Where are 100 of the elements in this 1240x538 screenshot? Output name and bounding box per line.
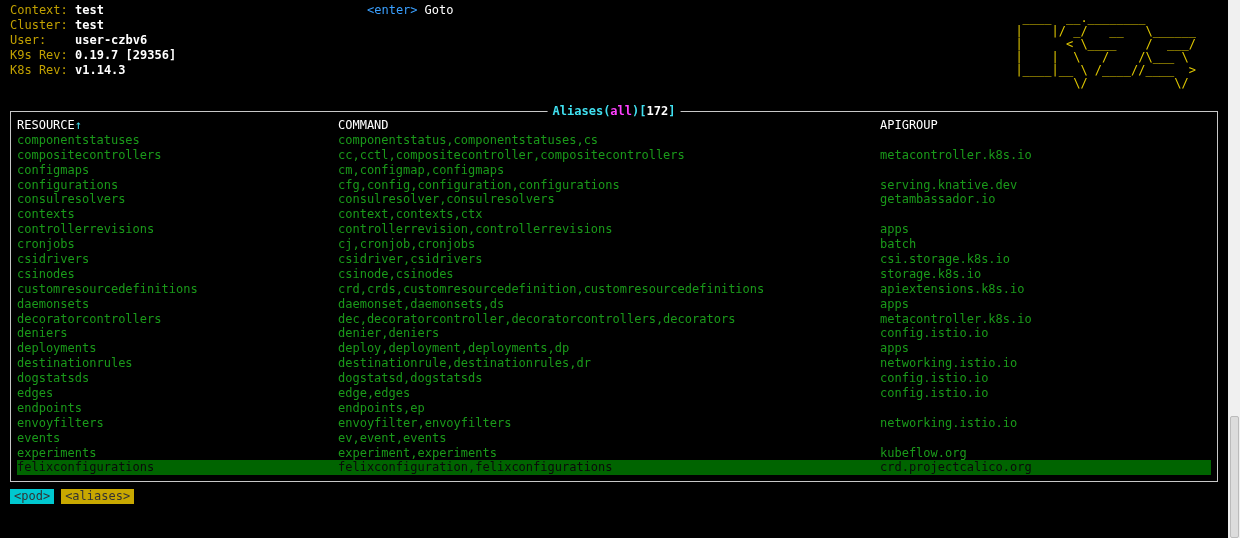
table-row[interactable]: decoratorcontrollers dec,decoratorcontroller,decoratorcontrollers,decorators metacontroller.k8s.io <box>17 311 1211 327</box>
breadcrumb: <aliases> <box>61 489 135 504</box>
table-cell-text: batch <box>880 237 918 253</box>
table-cell-text: envoyfilters <box>17 415 105 431</box>
table-row[interactable]: endpoints endpoints,ep <box>17 400 1211 416</box>
table-cell-text: csinode,csinodes <box>338 266 455 282</box>
table-cell-text: cc,cctl,compositecontroller,compositecontrollers <box>338 147 686 163</box>
table-cell-text: crd,crds,customresourcedefinition,customresourcedefinitions <box>338 281 766 297</box>
info-value: user-czbv6 <box>75 33 149 48</box>
table-row[interactable]: daemonsets daemonset,daemonsets,ds apps <box>17 296 1211 312</box>
table-cell-text: networking.istio.io <box>880 356 1019 372</box>
table-cell-text: destinationrule,destinationrules,dr <box>338 356 592 372</box>
table-cell-text: csidrivers <box>17 252 91 267</box>
info-label: Cluster: <box>10 18 69 33</box>
table-cell-text: componentstatus,componentstatuses,cs <box>338 132 600 148</box>
scrollbar-thumb[interactable] <box>1230 416 1239 538</box>
table-cell-text: felixconfigurations <box>17 460 156 476</box>
table-cell-text: endpoints,ep <box>338 400 426 416</box>
table-cell-text: cfg,config,configuration,configurations <box>338 177 621 193</box>
info-label: K9s Rev: <box>10 48 69 63</box>
table-cell-text: edge,edges <box>338 386 412 401</box>
table-cell-text: cm,configmap,configmaps <box>338 162 506 178</box>
table-row[interactable]: csinodes csinode,csinodes storage.k8s.io <box>17 266 1211 282</box>
table-cell-text: edges <box>17 386 55 401</box>
table-title: Aliases(all)[172] <box>547 103 681 119</box>
table-cell-text: daemonsets <box>17 296 91 312</box>
table-cell-text: context,contexts,ctx <box>338 207 484 223</box>
table-cell-text: deploy,deployment,deployments,dp <box>338 341 571 357</box>
table-cell-text: configmaps <box>17 162 91 178</box>
table-cell-text: compositecontrollers <box>17 147 163 163</box>
table-cell-text: csi.storage.k8s.io <box>880 252 1012 267</box>
table-cell-text: endpoints <box>17 400 84 416</box>
table-row[interactable]: events ev,event,events <box>17 430 1211 446</box>
table-row[interactable]: cronjobs cj,cronjob,cronjobs batch <box>17 237 1211 252</box>
column-header[interactable]: APIGROUP <box>880 118 1211 133</box>
shortcut-key: <enter> <box>367 3 418 18</box>
scrollbar[interactable] <box>1228 0 1240 538</box>
table-row[interactable]: envoyfilters envoyfilter,envoyfilters networking.istio.io <box>17 415 1211 431</box>
table-cell-text: deniers <box>17 326 69 342</box>
column-header[interactable]: RESOURCE↑ <box>17 118 338 133</box>
table-row[interactable]: configurations cfg,config,configuration,configurations serving.knative.dev <box>17 177 1211 193</box>
info-value: test <box>75 18 105 33</box>
info-value: test <box>75 3 105 18</box>
table-row[interactable]: consulresolvers consulresolver,consulresolvers getambassador.io <box>17 192 1211 208</box>
logo-ascii-art: ____ __.________ | |/ _/ __ \______ | < \____ / ___/ | | \ / /\___ \ |____|__ \ /____//____ > \/ \/ <box>1015 12 1196 90</box>
table-cell-text: events <box>17 430 62 446</box>
table-cell-text: deployments <box>17 341 98 357</box>
table-cell-text: experiment,experiments <box>338 445 498 461</box>
info-label: Context: <box>10 3 69 18</box>
table-row[interactable]: edges edge,edges config.istio.io <box>17 386 1211 401</box>
table-cell-text: envoyfilter,envoyfilters <box>338 415 513 431</box>
table-cell-text: controllerrevisions <box>17 222 156 238</box>
table-cell-text: crd.projectcalico.org <box>880 460 1033 476</box>
info-label: K8s Rev: <box>10 63 69 78</box>
table-cell-text: dogstatsd,dogstatsds <box>338 371 484 387</box>
table-cell-text: componentstatuses <box>17 132 141 148</box>
table-cell-text: experiments <box>17 445 98 461</box>
table-cell-text: config.istio.io <box>880 386 990 401</box>
table-cell-text: controllerrevision,controllerrevisions <box>338 222 614 238</box>
table-cell-text: denier,deniers <box>338 326 441 342</box>
table-row[interactable]: destinationrules destinationrule,destinationrules,dr networking.istio.io <box>17 356 1211 372</box>
table-cell-text: apiextensions.k8s.io <box>880 281 1026 297</box>
table-cell-text: getambassador.io <box>880 192 997 208</box>
table-cell-text: cj,cronjob,cronjobs <box>338 237 477 253</box>
table-row[interactable]: controllerrevisions controllerrevision,controllerrevisions apps <box>17 222 1211 238</box>
column-header[interactable]: COMMAND <box>338 118 880 133</box>
table-cell-text: config.istio.io <box>880 371 990 387</box>
table-cell-text: daemonset,daemonsets,ds <box>338 296 506 312</box>
info-label: User: <box>10 33 48 48</box>
table-row[interactable]: dogstatsds dogstatsd,dogstatsds config.istio.io <box>17 371 1211 387</box>
table-row[interactable]: experiments experiment,experiments kubeflow.org <box>17 445 1211 461</box>
table-cell-text: dec,decoratorcontroller,decoratorcontrollers,decorators <box>338 311 737 327</box>
info-value: v1.14.3 <box>75 63 127 78</box>
table-cell-text: metacontroller.k8s.io <box>880 147 1033 163</box>
table-row[interactable]: compositecontrollers cc,cctl,compositecontroller,compositecontrollers metacontroller.k8s.io <box>17 147 1211 163</box>
table-cell-text: networking.istio.io <box>880 415 1019 431</box>
table-cell-text: destinationrules <box>17 356 134 372</box>
table-cell-text: configurations <box>17 177 120 193</box>
table-cell-text: ev,event,events <box>338 430 448 446</box>
table-row[interactable]: componentstatuses componentstatus,componentstatuses,cs <box>17 132 1211 148</box>
table-cell-text: metacontroller.k8s.io <box>880 311 1033 327</box>
table-cell-text: dogstatsds <box>17 371 91 387</box>
shortcut-label: Goto <box>424 3 454 18</box>
table-cell-text: kubeflow.org <box>880 445 968 461</box>
table-row[interactable]: configmaps cm,configmap,configmaps <box>17 162 1211 178</box>
table-cell-text: csidriver,csidrivers <box>338 252 484 267</box>
table-row[interactable]: deployments deploy,deployment,deployments,dp apps <box>17 341 1211 357</box>
table-row[interactable]: contexts context,contexts,ctx <box>17 207 1211 223</box>
table-cell-text: consulresolvers <box>17 192 127 208</box>
table-row[interactable]: deniers denier,deniers config.istio.io <box>17 326 1211 342</box>
table-cell-text: cronjobs <box>17 237 76 253</box>
breadcrumb: <pod> <box>10 489 55 504</box>
table-cell-text: decoratorcontrollers <box>17 311 163 327</box>
table-cell-text: consulresolver,consulresolvers <box>338 192 556 208</box>
table-cell-text: config.istio.io <box>880 326 990 342</box>
table-cell-text: apps <box>880 296 910 312</box>
info-value: 0.19.7 [29356] <box>75 48 178 63</box>
table-cell-text: apps <box>880 222 910 238</box>
table-row[interactable]: customresourcedefinitions crd,crds,customresourcedefinition,customresourcedefinitions apiextensions.k8s.io <box>17 281 1211 297</box>
table-row[interactable]: csidrivers csidriver,csidrivers csi.storage.k8s.io <box>17 252 1211 267</box>
